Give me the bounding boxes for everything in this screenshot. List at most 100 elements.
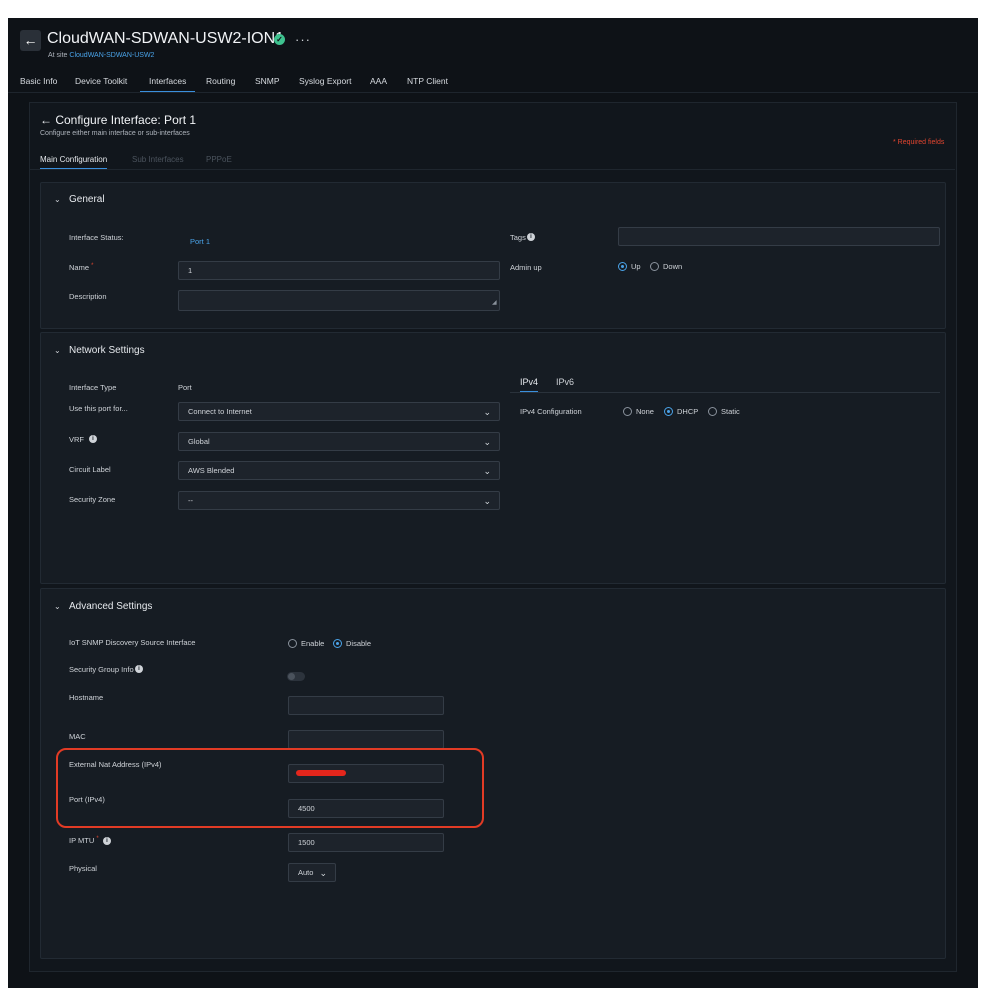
tab-ipv6[interactable]: IPv6 [556, 377, 574, 387]
chevron-down-icon: ⌄ [483, 407, 491, 417]
tab-basic-info[interactable]: Basic Info [20, 76, 57, 86]
use-port-label: Use this port for... [69, 404, 128, 413]
info-icon[interactable]: i [135, 665, 143, 673]
tab-snmp[interactable]: SNMP [255, 76, 280, 86]
resize-handle-icon[interactable]: ◢ [492, 299, 497, 306]
ipv4-option-dhcp[interactable]: DHCP [677, 407, 698, 416]
general-section-title[interactable]: General [69, 194, 105, 205]
admin-up-label: Admin up [510, 263, 542, 272]
ipv4-config-label: IPv4 Configuration [520, 407, 582, 416]
ipv4-radio-none[interactable] [623, 407, 632, 416]
physical-label: Physical [69, 864, 97, 873]
info-icon[interactable]: i [527, 233, 535, 241]
use-port-value: Connect to Internet [188, 407, 252, 416]
circuit-label-select[interactable]: AWS Blended ⌄ [178, 461, 500, 480]
description-label: Description [69, 292, 107, 301]
physical-select[interactable]: Auto ⌄ [288, 863, 336, 882]
security-group-toggle[interactable] [287, 672, 305, 681]
advanced-settings-title[interactable]: Advanced Settings [69, 601, 152, 612]
info-icon[interactable]: i [103, 837, 111, 845]
site-link[interactable]: CloudWAN-SDWAN-USW2 [69, 52, 154, 59]
vrf-select[interactable]: Global ⌄ [178, 432, 500, 451]
info-icon[interactable]: i [89, 435, 97, 443]
interface-type-value: Port [178, 383, 192, 392]
tabs-divider [8, 92, 978, 93]
chevron-down-icon: ⌄ [483, 466, 491, 476]
interface-status-value[interactable]: Port 1 [190, 237, 210, 246]
subtab-sub-interfaces[interactable]: Sub Interfaces [132, 155, 184, 164]
app-window: ← CloudWAN-SDWAN-USW2-ION1 ✓ ··· At site… [8, 18, 978, 988]
admin-up-option-up[interactable]: Up [631, 262, 641, 271]
tags-label: Tags [510, 233, 526, 242]
mac-label: MAC [69, 732, 86, 741]
iot-radio-disable[interactable] [333, 639, 342, 648]
tab-device-toolkit[interactable]: Device Toolkit [75, 76, 127, 86]
tab-ipv4[interactable]: IPv4 [520, 377, 539, 393]
hostname-input[interactable] [288, 696, 444, 715]
site-prefix: At site [48, 52, 68, 59]
use-port-select[interactable]: Connect to Internet ⌄ [178, 402, 500, 421]
ipv4-radio-static[interactable] [708, 407, 717, 416]
collapse-chevron-icon[interactable]: ⌄ [54, 195, 61, 204]
more-options-icon[interactable]: ··· [295, 32, 311, 47]
circuit-label-label: Circuit Label [69, 465, 111, 474]
ipv4-option-static[interactable]: Static [721, 407, 740, 416]
admin-up-radio-down[interactable] [650, 262, 659, 271]
page-title: ← Configure Interface: Port 1 [40, 113, 197, 127]
chevron-down-icon: ⌄ [319, 868, 327, 878]
tab-routing[interactable]: Routing [206, 76, 235, 86]
subtab-pppoe[interactable]: PPPoE [206, 155, 232, 164]
required-fields-note: * Required fields [893, 139, 945, 146]
interface-status-label: Interface Status: [69, 233, 124, 242]
name-label: Name * [69, 263, 93, 272]
network-settings-title[interactable]: Network Settings [69, 345, 145, 356]
chevron-down-icon: ⌄ [483, 496, 491, 506]
device-title: CloudWAN-SDWAN-USW2-ION1 [47, 30, 285, 47]
description-textarea[interactable] [178, 290, 500, 311]
vrf-label: VRF [69, 435, 84, 444]
collapse-chevron-icon[interactable]: ⌄ [54, 602, 61, 611]
collapse-chevron-icon[interactable]: ⌄ [54, 346, 61, 355]
ip-mtu-input[interactable]: 1500 [288, 833, 444, 852]
iot-snmp-label: IoT SNMP Discovery Source Interface [69, 638, 196, 647]
required-star: * [96, 836, 99, 842]
subtab-main-configuration[interactable]: Main Configuration [40, 155, 108, 170]
security-zone-label: Security Zone [69, 495, 116, 504]
security-zone-select[interactable]: -- ⌄ [178, 491, 500, 510]
verified-check-icon: ✓ [274, 34, 285, 45]
iot-radio-enable[interactable] [288, 639, 297, 648]
ipv4-option-none[interactable]: None [636, 407, 654, 416]
tab-ntp-client[interactable]: NTP Client [407, 76, 448, 86]
device-tabs: Basic Info Device Toolkit Interfaces Rou… [8, 76, 978, 93]
circuit-label-value: AWS Blended [188, 466, 235, 475]
required-star: * [91, 263, 94, 269]
name-label-text: Name [69, 263, 90, 272]
ip-mtu-label: IP MTU * [69, 836, 99, 845]
ipv4-radio-dhcp[interactable] [664, 407, 673, 416]
interface-type-label: Interface Type [69, 383, 117, 392]
physical-value: Auto [298, 868, 314, 877]
network-settings-section [40, 332, 946, 584]
name-input[interactable]: 1 [178, 261, 500, 280]
iot-option-enable[interactable]: Enable [301, 639, 324, 648]
admin-up-option-down[interactable]: Down [663, 262, 682, 271]
tab-syslog-export[interactable]: Syslog Export [299, 76, 351, 86]
ip-mtu-label-text: IP MTU [69, 836, 95, 845]
annotation-highlight-box [56, 748, 484, 828]
mac-input[interactable] [288, 730, 444, 749]
iot-option-disable[interactable]: Disable [346, 639, 371, 648]
site-info: At site CloudWAN-SDWAN-USW2 [48, 52, 154, 59]
security-zone-value: -- [188, 496, 193, 505]
chevron-down-icon: ⌄ [483, 437, 491, 447]
subtabs-divider [29, 169, 955, 170]
tags-input[interactable] [618, 227, 940, 246]
ip-tabs-divider [510, 392, 940, 393]
vrf-value: Global [188, 437, 210, 446]
admin-up-radio-up[interactable] [618, 262, 627, 271]
back-arrow-icon[interactable]: ← [20, 30, 41, 51]
tab-interfaces[interactable]: Interfaces [140, 76, 196, 93]
tab-aaa[interactable]: AAA [370, 76, 387, 86]
hostname-label: Hostname [69, 693, 104, 702]
page-subtitle: Configure either main interface or sub-i… [40, 130, 190, 137]
security-group-label: Security Group Info [69, 665, 134, 674]
